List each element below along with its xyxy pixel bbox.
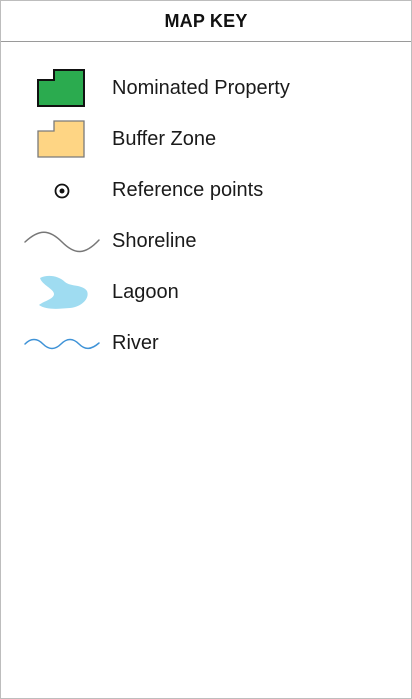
legend-label-reference-points: Reference points	[112, 179, 264, 201]
legend-label-nominated-property: Nominated Property	[112, 77, 290, 99]
map-key-header: MAP KEY	[1, 1, 411, 42]
nominated-property-polygon-shape	[37, 68, 85, 107]
map-key-panel: MAP KEY Nominated Property Buffer Zone R…	[0, 0, 412, 699]
nominated-property-polygon-icon	[21, 67, 103, 111]
lagoon-shape-icon	[21, 271, 103, 315]
buffer-zone-polygon-icon	[21, 118, 103, 162]
lagoon-shape	[39, 275, 88, 309]
legend-label-shoreline: Shoreline	[112, 230, 197, 252]
shoreline-line-icon	[21, 220, 103, 264]
legend-item-lagoon: Lagoon	[1, 267, 411, 318]
reference-point-marker-icon	[21, 169, 103, 213]
shoreline-curve	[24, 231, 100, 252]
legend-item-river: River	[1, 318, 411, 369]
legend-label-buffer-zone: Buffer Zone	[112, 128, 217, 150]
legend-item-buffer-zone: Buffer Zone	[1, 114, 411, 165]
buffer-zone-polygon-shape	[37, 119, 85, 158]
legend-label-river: River	[112, 332, 159, 354]
river-wave	[24, 338, 100, 349]
legend-item-reference-points: Reference points	[1, 165, 411, 216]
reference-point-dot	[59, 188, 65, 193]
river-line-icon	[21, 322, 103, 366]
legend-list: Nominated Property Buffer Zone Reference…	[1, 63, 411, 369]
legend-label-lagoon: Lagoon	[112, 281, 179, 303]
legend-item-nominated-property: Nominated Property	[1, 63, 411, 114]
legend-item-shoreline: Shoreline	[1, 216, 411, 267]
map-key-title: MAP KEY	[164, 10, 248, 31]
